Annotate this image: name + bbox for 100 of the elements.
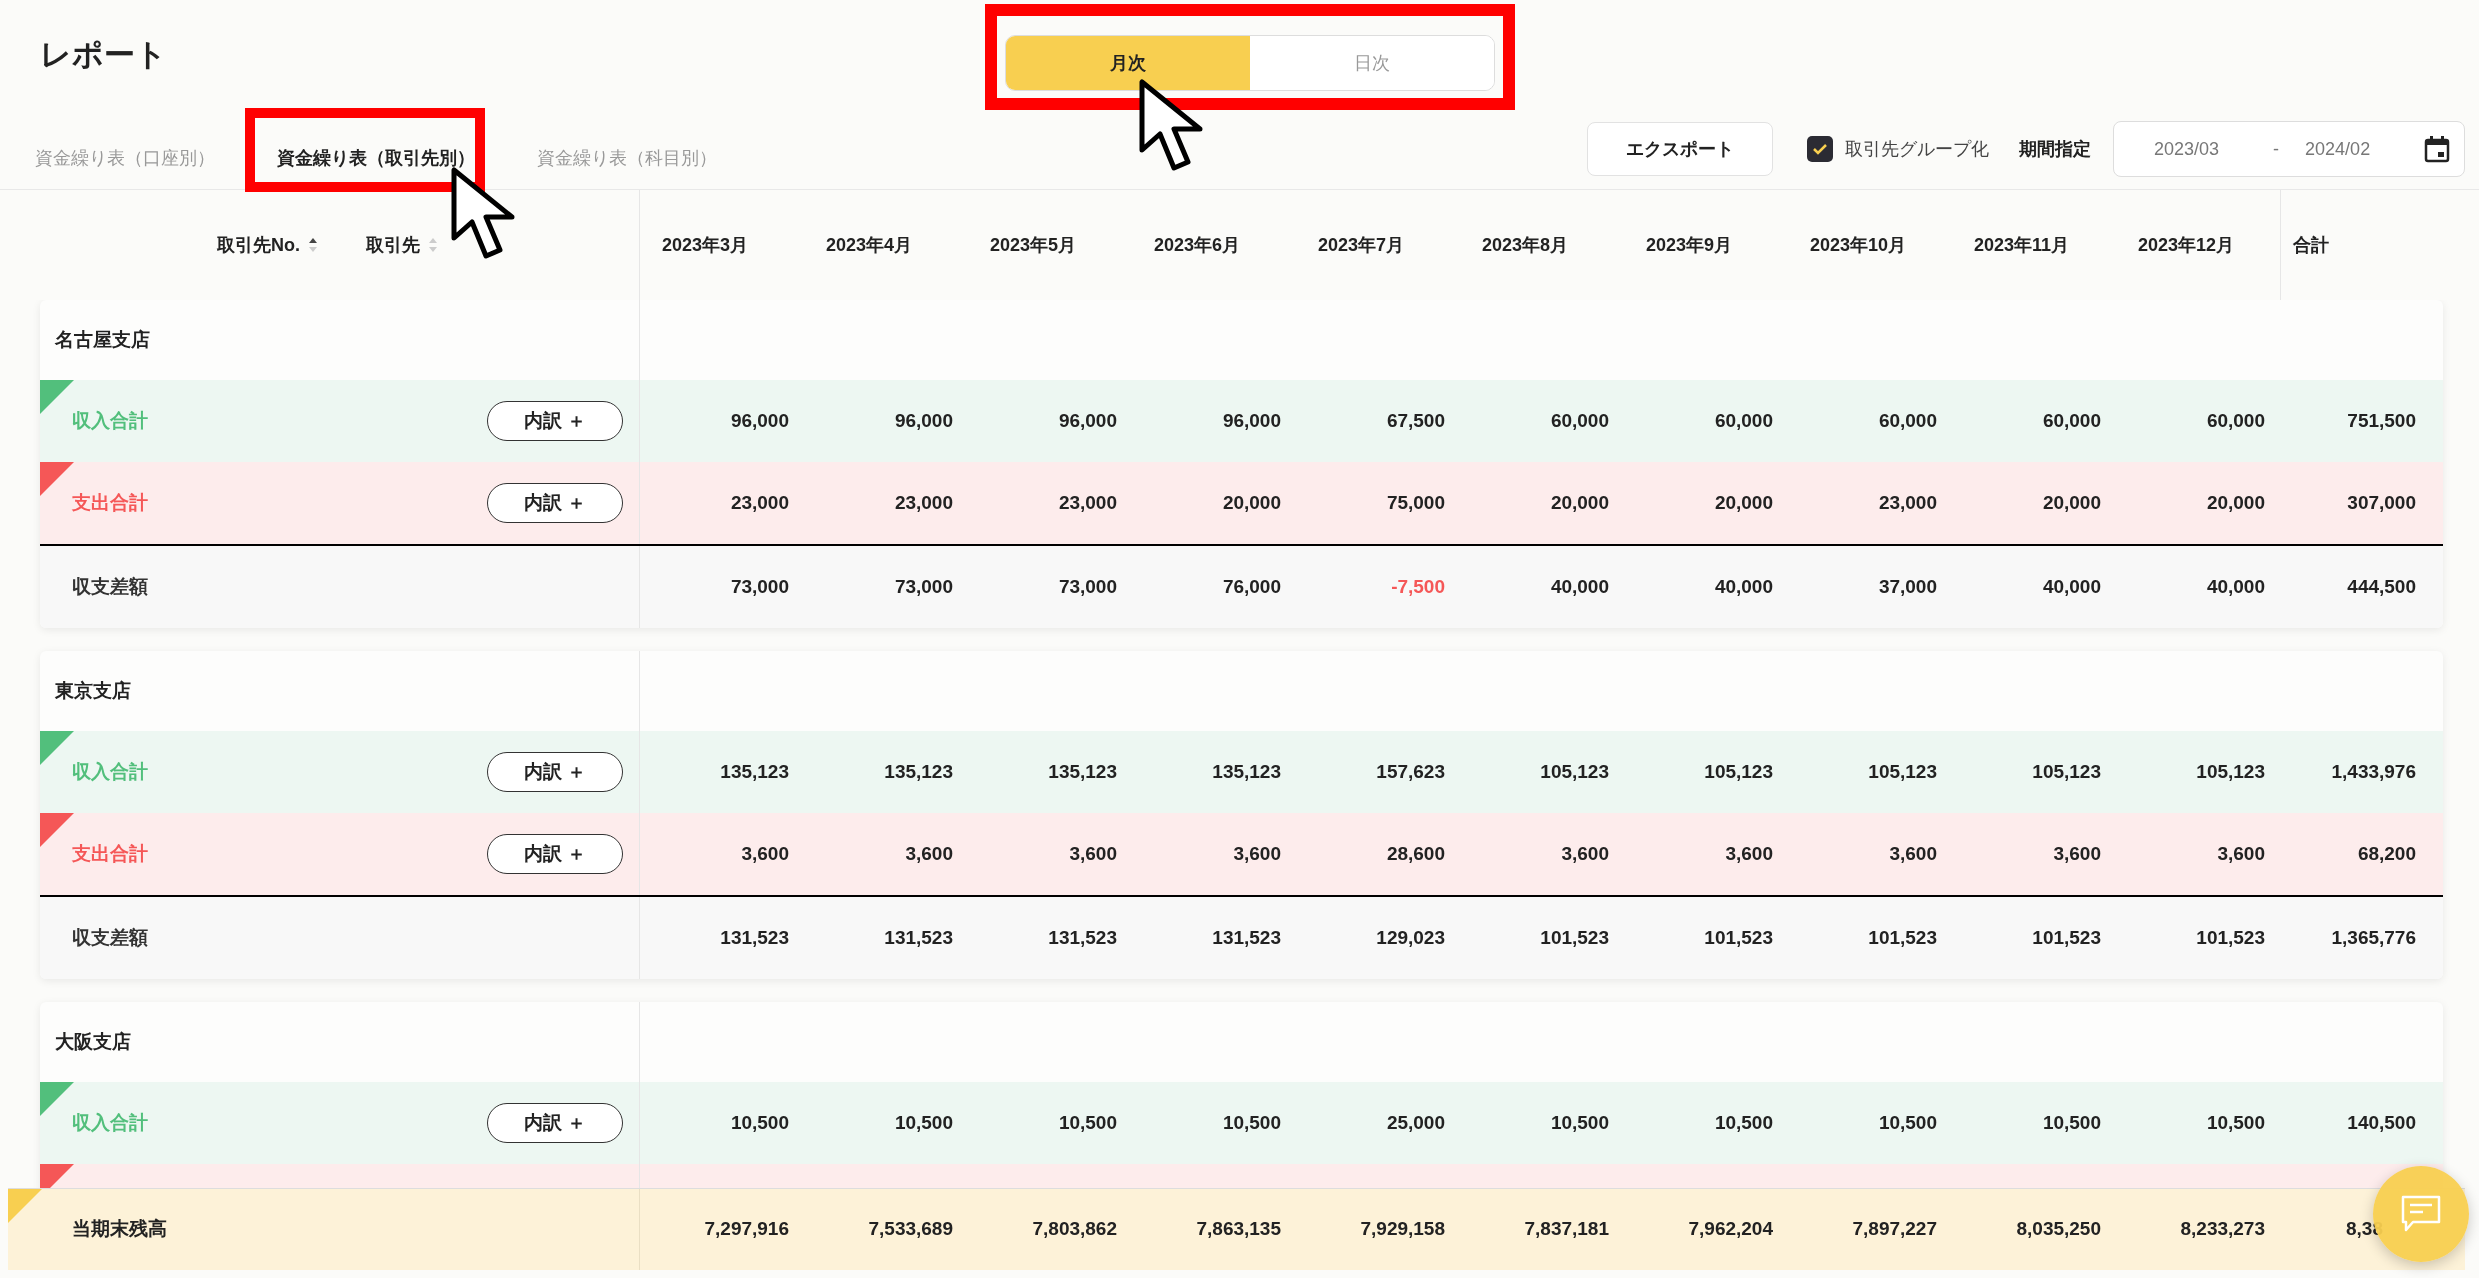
table-cell-text: 7,962,204 (1688, 1217, 1773, 1242)
table-cell-text: 3,600 (1889, 841, 1937, 866)
column-header: 2023年11月 (1974, 234, 2070, 255)
table-cell-text: 68,200 (2357, 841, 2416, 866)
table-cell-text: 157,623 (1376, 759, 1445, 784)
table-cell-text: 7,929,158 (1360, 1217, 1445, 1242)
breakdown-button[interactable]: 内訳 ＋ (487, 401, 623, 441)
table-cell-text: 135,123 (720, 759, 789, 784)
table-cell-text: 96,000 (894, 408, 953, 433)
table-cell-text: 105,123 (1868, 759, 1937, 784)
table-cell-text: 131,523 (720, 925, 789, 950)
table-cell-text: 8,233,273 (2180, 1217, 2265, 1242)
table-cell-text: 96,000 (730, 408, 789, 433)
table-cell-text: 1,433,976 (2331, 759, 2416, 784)
date-range-field[interactable]: 2023/03 - 2024/02 (2113, 121, 2465, 177)
table-cell-text: -7,500 (1391, 574, 1445, 599)
table-cell-text: 3,600 (2217, 841, 2265, 866)
table-cell-text: 67,500 (1386, 408, 1445, 433)
table-cell-text: 7,897,227 (1852, 1217, 1937, 1242)
table-cell-text: 101,523 (2032, 925, 2101, 950)
table-cell-text: 7,837,181 (1524, 1217, 1609, 1242)
row-label: 支出合計 (72, 841, 148, 866)
table-cell-text: 1,365,776 (2331, 925, 2416, 950)
table-cell-text: 7,803,862 (1032, 1217, 1117, 1242)
checkbox-label: 取引先グループ化 (1845, 137, 1989, 161)
export-button[interactable]: エクスポート (1587, 122, 1773, 176)
breakdown-button[interactable]: 内訳 ＋ (487, 834, 623, 874)
table-cell-text: 40,000 (2042, 574, 2101, 599)
row-label: 収入合計 (72, 759, 148, 784)
breakdown-button[interactable]: 内訳 ＋ (487, 483, 623, 523)
table-cell-text: 131,523 (1048, 925, 1117, 950)
date-separator: - (2273, 137, 2280, 161)
toggle-option[interactable]: 月次 (1006, 36, 1250, 90)
column-header[interactable]: 取引先No. (217, 231, 300, 259)
table-cell-text: 10,500 (1058, 1110, 1117, 1135)
table-cell-text: 105,123 (2032, 759, 2101, 784)
column-header: 2023年3月 (662, 234, 749, 255)
table-cell-text: 20,000 (1714, 490, 1773, 515)
table-cell-text: 135,123 (1212, 759, 1281, 784)
row-label: 支出合計 (72, 490, 148, 515)
table-cell-text: 96,000 (1058, 408, 1117, 433)
table-cell-text: 10,500 (1222, 1110, 1281, 1135)
table-cell-text: 10,500 (2206, 1110, 2265, 1135)
table-cell-text: 8,035,250 (2016, 1217, 2101, 1242)
table-cell-text: 10,500 (1714, 1110, 1773, 1135)
start-date: 2023/03 (2154, 137, 2220, 161)
row-label: 当期末残高 (72, 1217, 167, 1242)
breakdown-button[interactable]: 内訳 ＋ (487, 1103, 623, 1143)
group-name: 大阪支店 (55, 1029, 131, 1054)
table-cell-text: 101,523 (1540, 925, 1609, 950)
table-cell-text: 20,000 (2042, 490, 2101, 515)
column-header: 2023年5月 (990, 234, 1077, 255)
sort-icon[interactable] (308, 237, 318, 253)
column-header: 2023年10月 (1810, 234, 1907, 255)
table-cell-text: 129,023 (1376, 925, 1445, 950)
table-cell-text: 76,000 (1222, 574, 1281, 599)
table-cell-text: 60,000 (2206, 408, 2265, 433)
table-cell-text: 40,000 (1550, 574, 1609, 599)
table-cell-text: 140,500 (2347, 1110, 2416, 1135)
column-header: 2023年8月 (1482, 234, 1569, 255)
row-label: 収支差額 (72, 574, 148, 599)
table-cell-text: 131,523 (1212, 925, 1281, 950)
corner-marker-icon (40, 813, 74, 847)
table-cell-text: 3,600 (2053, 841, 2101, 866)
table-cell-text: 40,000 (2206, 574, 2265, 599)
corner-marker-icon (40, 1164, 74, 1188)
table-cell-text: 20,000 (2206, 490, 2265, 515)
corner-marker-icon (40, 380, 74, 414)
column-header[interactable]: 取引先 (366, 231, 420, 259)
column-header: 2023年7月 (1318, 234, 1405, 255)
breakdown-button[interactable]: 内訳 ＋ (487, 752, 623, 792)
table-cell-text: 105,123 (1704, 759, 1773, 784)
table-cell-text: 444,500 (2347, 574, 2416, 599)
table-cell-text: 25,000 (1386, 1110, 1445, 1135)
table-cell-text: 7,297,916 (704, 1217, 789, 1242)
table-cell-text: 73,000 (894, 574, 953, 599)
table-cell-text: 96,000 (1222, 408, 1281, 433)
row-label: 収入合計 (72, 1110, 148, 1135)
table-cell-text: 135,123 (884, 759, 953, 784)
table-cell-text: 7,533,689 (868, 1217, 953, 1242)
table-cell-text: 73,000 (730, 574, 789, 599)
corner-marker-icon (40, 462, 74, 496)
column-header: 2023年9月 (1646, 234, 1733, 255)
page-title: レポート (40, 36, 167, 74)
column-header: 2023年6月 (1154, 234, 1241, 255)
checkbox[interactable] (1807, 136, 1833, 162)
end-date: 2024/02 (2305, 137, 2371, 161)
column-header: 2023年4月 (826, 234, 913, 255)
check-icon (1812, 143, 1828, 155)
table-cell-text: 20,000 (1550, 490, 1609, 515)
column-header: 合計 (2293, 233, 2329, 257)
table-cell-text: 3,600 (905, 841, 953, 866)
calendar-icon[interactable] (2424, 135, 2450, 163)
table-cell-text: 60,000 (1550, 408, 1609, 433)
table-cell-text: 135,123 (1048, 759, 1117, 784)
table-cell-text: 23,000 (1058, 490, 1117, 515)
table-cell-text: 101,523 (1868, 925, 1937, 950)
table-cell-text: 60,000 (1714, 408, 1773, 433)
table-cell-text: 23,000 (894, 490, 953, 515)
column-header: 2023年12月 (2138, 234, 2235, 255)
